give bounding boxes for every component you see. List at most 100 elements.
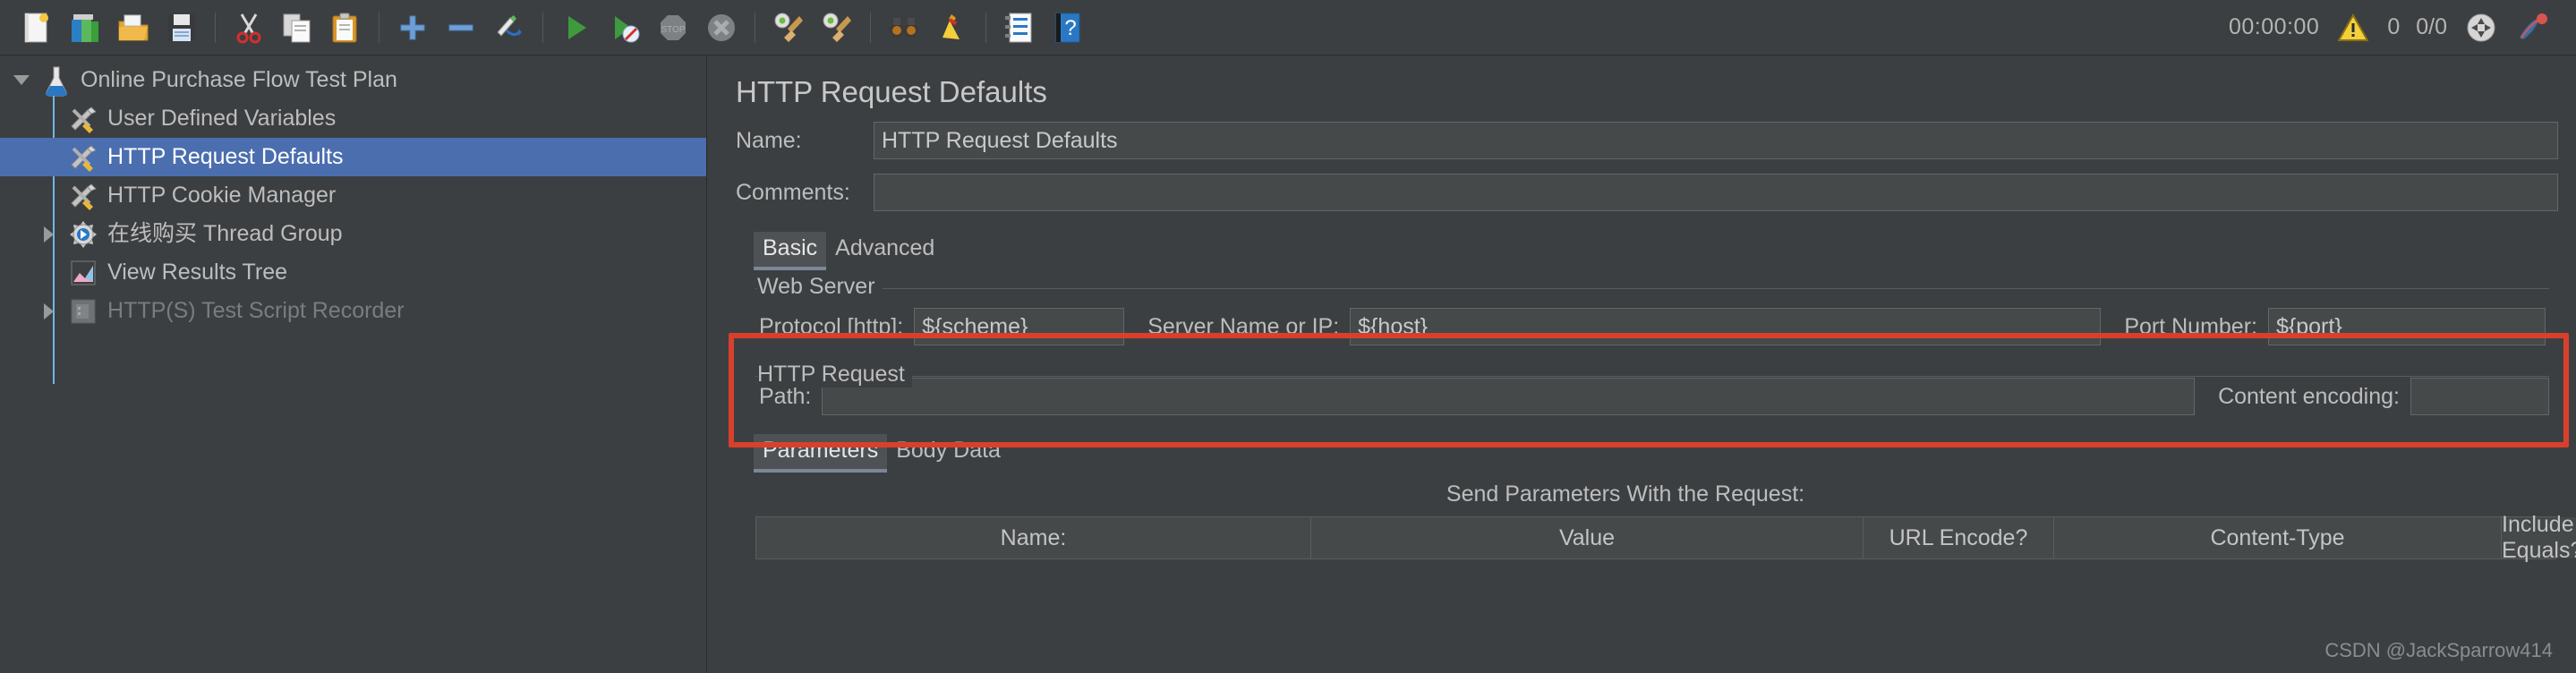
- port-number-label: Port Number:: [2124, 313, 2257, 339]
- comments-input[interactable]: [874, 174, 2558, 211]
- chevron-right-icon[interactable]: [32, 215, 64, 253]
- svg-text:?: ?: [1064, 16, 1076, 40]
- tree-item-view-results-tree[interactable]: View Results Tree: [0, 253, 706, 292]
- http-request-legend: HTTP Request: [757, 362, 912, 388]
- templates-icon[interactable]: [65, 8, 105, 47]
- group-divider: [755, 288, 2549, 289]
- port-number-input[interactable]: ${port}: [2268, 308, 2546, 345]
- jmeter-feather-icon: [2515, 10, 2551, 46]
- expand-all-icon[interactable]: [393, 8, 432, 47]
- group-divider: [755, 376, 2549, 377]
- tab-advanced[interactable]: Advanced: [826, 232, 943, 267]
- toolbar-separator: [379, 12, 380, 43]
- column-header-include-equals[interactable]: Include Equals?: [2502, 512, 2576, 563]
- new-icon[interactable]: [17, 8, 56, 47]
- main-tabstrip: Basic Advanced: [729, 231, 2576, 270]
- test-plan-tree[interactable]: Online Purchase Flow Test Plan User Defi…: [0, 55, 707, 673]
- copy-icon[interactable]: [277, 8, 317, 47]
- tree-toggle-placeholder: [32, 253, 64, 292]
- page-title: HTTP Request Defaults: [736, 75, 1047, 108]
- content-encoding-label: Content encoding:: [2218, 383, 2400, 409]
- tree-item-label: User Defined Variables: [107, 106, 337, 131]
- watermark: CSDN @JackSparrow414: [2324, 639, 2553, 661]
- protocol-label: Protocol [http]:: [759, 313, 904, 339]
- send-parameters-title: Send Parameters With the Request:: [1446, 481, 1805, 507]
- tree-item-http-test-script-recorder[interactable]: HTTP(S) Test Script Recorder: [0, 292, 706, 330]
- collapse-all-icon[interactable]: [441, 8, 481, 47]
- name-label: Name:: [736, 127, 802, 153]
- name-row: Name: HTTP Request Defaults: [729, 115, 2576, 166]
- toolbar-separator: [870, 12, 871, 43]
- server-name-input[interactable]: ${host}: [1350, 308, 2102, 345]
- svg-text:STOP: STOP: [661, 25, 685, 35]
- clear-icon[interactable]: [769, 8, 808, 47]
- toolbar-separator: [542, 12, 543, 43]
- name-input[interactable]: HTTP Request Defaults: [874, 122, 2558, 159]
- column-header-value[interactable]: Value: [1311, 517, 1864, 558]
- warning-triangle-icon[interactable]: [2335, 10, 2371, 46]
- stop-icon[interactable]: STOP: [653, 8, 693, 47]
- test-plan-flask-icon: [38, 63, 75, 98]
- web-server-row: Protocol [http]: ${scheme} Server Name o…: [755, 281, 2549, 356]
- config-element-icon: [64, 101, 102, 137]
- comments-row: Comments:: [729, 166, 2576, 218]
- tree-item-test-plan[interactable]: Online Purchase Flow Test Plan: [0, 61, 706, 99]
- listener-chart-icon: [64, 255, 102, 291]
- column-header-url-encode[interactable]: URL Encode?: [1864, 517, 2054, 558]
- cut-icon[interactable]: [229, 8, 269, 47]
- jmeter-window: STOP ? 00:00:00 0 0/0 Online Purchase Fl…: [0, 0, 2576, 673]
- http-request-group: HTTP Request: [755, 362, 2549, 388]
- main-toolbar: STOP ? 00:00:00 0 0/0: [0, 0, 2576, 55]
- reset-search-icon[interactable]: [933, 8, 972, 47]
- start-icon[interactable]: [557, 8, 596, 47]
- comments-label: Comments:: [736, 179, 850, 205]
- column-header-name[interactable]: Name:: [756, 517, 1311, 558]
- recorder-icon: [64, 294, 102, 329]
- parameters-table[interactable]: Name: Value URL Encode? Content-Type Inc…: [755, 512, 2576, 563]
- tree-item-http-cookie-manager[interactable]: HTTP Cookie Manager: [0, 176, 706, 215]
- paste-icon[interactable]: [326, 8, 365, 47]
- toggle-icon[interactable]: [490, 8, 529, 47]
- tree-item-label: Online Purchase Flow Test Plan: [81, 67, 397, 92]
- tree-item-label: HTTP Request Defaults: [107, 144, 344, 169]
- tab-body-data[interactable]: Body Data: [887, 434, 1010, 469]
- tree-item-http-request-defaults[interactable]: HTTP Request Defaults: [0, 138, 706, 176]
- tree-toggle-placeholder: [32, 176, 64, 215]
- search-icon[interactable]: [884, 8, 924, 47]
- tab-parameters[interactable]: Parameters: [754, 434, 888, 473]
- save-icon[interactable]: [162, 8, 201, 47]
- tree-item-label: 在线购买 Thread Group: [107, 221, 343, 246]
- tree-toggle-placeholder: [32, 138, 64, 176]
- config-element-icon: [64, 178, 102, 214]
- open-icon[interactable]: [114, 8, 153, 47]
- protocol-input[interactable]: ${scheme}: [914, 308, 1125, 345]
- web-server-group: Web Server Protocol [http]: ${scheme} Se…: [755, 274, 2549, 356]
- parameters-tabstrip: Parameters Body Data: [729, 433, 2576, 473]
- chevron-right-icon[interactable]: [32, 292, 64, 330]
- active-threads-count: 0/0: [2416, 14, 2447, 39]
- clear-all-icon[interactable]: [817, 8, 857, 47]
- config-element-icon: [64, 140, 102, 175]
- column-header-content-type[interactable]: Content-Type: [2054, 517, 2502, 558]
- toolbar-separator: [215, 12, 216, 43]
- elapsed-timer: 00:00:00: [2229, 14, 2320, 39]
- start-no-timers-icon[interactable]: [605, 8, 644, 47]
- shutdown-icon[interactable]: [702, 8, 741, 47]
- content-encoding-input[interactable]: [2410, 378, 2549, 415]
- tree-item-user-defined-variables[interactable]: User Defined Variables: [0, 99, 706, 138]
- path-input[interactable]: [822, 378, 2196, 415]
- tree-item-thread-group[interactable]: 在线购买 Thread Group: [0, 215, 706, 253]
- tree-item-label: HTTP Cookie Manager: [107, 183, 337, 208]
- toolbar-separator: [985, 12, 986, 43]
- toolbar-status-area: 00:00:00 0 0/0: [2229, 10, 2563, 46]
- tree-item-label: View Results Tree: [107, 260, 288, 285]
- tab-basic[interactable]: Basic: [754, 232, 827, 270]
- main-split: Online Purchase Flow Test Plan User Defi…: [0, 55, 2576, 673]
- function-helper-icon[interactable]: [1000, 8, 1039, 47]
- web-server-legend: Web Server: [757, 274, 883, 300]
- connection-icon[interactable]: [2463, 10, 2499, 46]
- element-editor-panel: HTTP Request Defaults Name: HTTP Request…: [707, 55, 2576, 673]
- help-icon[interactable]: ?: [1048, 8, 1088, 47]
- warning-count: 0: [2387, 14, 2401, 39]
- chevron-down-icon[interactable]: [5, 61, 38, 99]
